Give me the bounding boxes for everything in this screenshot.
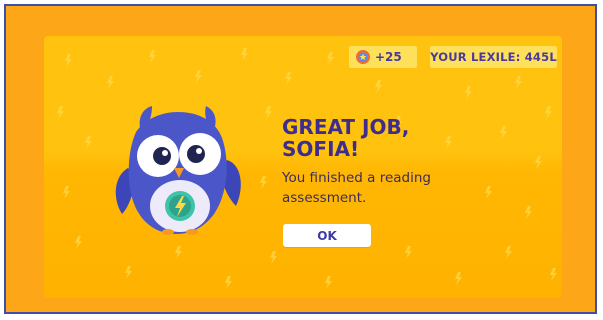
owl-mascot <box>115 106 241 235</box>
badge-icon <box>356 50 370 64</box>
points-value: +25 <box>375 50 402 64</box>
completion-message: You finished a reading assessment. <box>282 170 431 206</box>
lexile-text: YOUR LEXILE: 445L <box>430 50 557 64</box>
completion-card: +25 YOUR LEXILE: 445L GREAT JOB, SOFIA! … <box>44 36 562 298</box>
ok-button[interactable]: OK <box>283 224 371 247</box>
page-title: GREAT JOB, SOFIA! <box>282 116 512 160</box>
lexile-badge: YOUR LEXILE: 445L <box>430 46 557 68</box>
app-frame: +25 YOUR LEXILE: 445L GREAT JOB, SOFIA! … <box>4 4 597 314</box>
title-line-2: SOFIA! <box>282 137 360 161</box>
title-line-1: GREAT JOB, <box>282 115 410 139</box>
points-badge: +25 <box>349 46 417 68</box>
